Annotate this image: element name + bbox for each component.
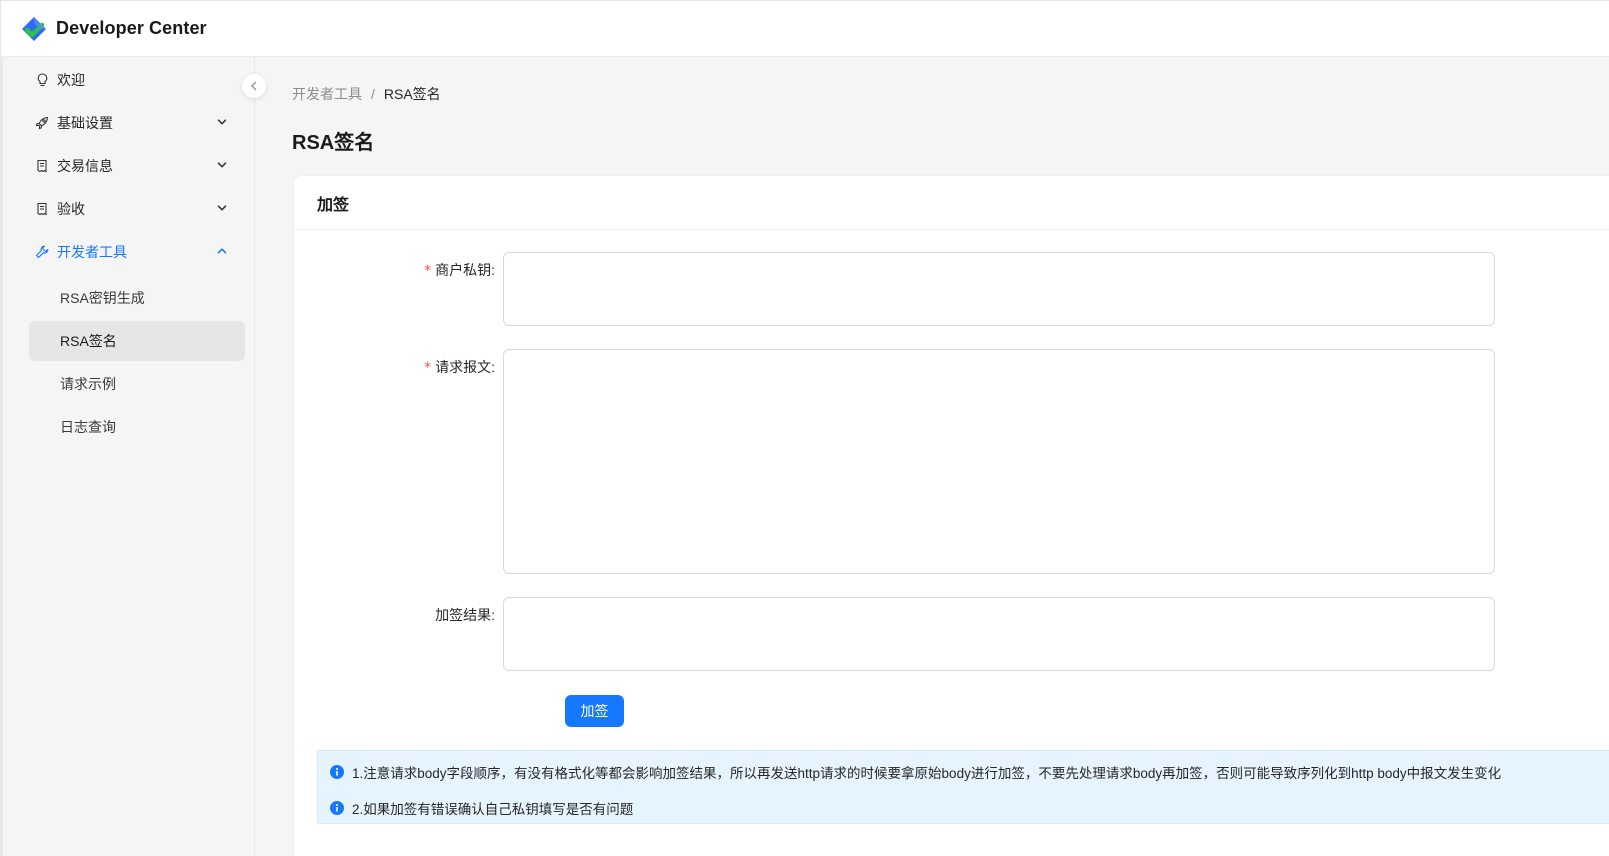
sidebar-item-developer-tools[interactable]: 开发者工具 — [29, 232, 245, 272]
sidebar-item-label: 欢迎 — [57, 72, 85, 88]
card-title: 加签 — [294, 176, 1609, 230]
sidebar-item-transactions[interactable]: 交易信息 — [29, 146, 245, 186]
sidebar-subitem-label: 请求示例 — [60, 376, 116, 392]
request-body-label: * 请求报文: — [424, 359, 495, 376]
required-asterisk: * — [424, 360, 432, 376]
notice-line: 2.如果加签有错误确认自己私钥填写是否有问题 — [330, 798, 633, 818]
sidebar-item-label: 验收 — [57, 201, 85, 217]
chevron-up-icon — [217, 246, 227, 256]
sign-button[interactable]: 加签 — [565, 695, 624, 727]
info-icon — [330, 765, 344, 779]
sidebar-collapse-button[interactable] — [242, 74, 266, 98]
private-key-textarea[interactable] — [503, 252, 1495, 326]
sidebar-subitem-rsa-keygen[interactable]: RSA密钥生成 — [29, 278, 245, 318]
lightbulb-icon — [35, 73, 49, 87]
top-bar: Developer Center — [0, 0, 1609, 57]
main-content: 开发者工具 / RSA签名 RSA签名 加签 * 商户私钥: * 请求报文: 加签结… — [255, 57, 1609, 856]
request-body-textarea[interactable] — [503, 349, 1495, 574]
sidebar-item-acceptance[interactable]: 验收 — [29, 189, 245, 229]
sidebar-item-label: 基础设置 — [57, 115, 113, 131]
breadcrumb-current: RSA签名 — [383, 86, 441, 102]
chevron-down-icon — [217, 203, 227, 213]
receipt-icon — [35, 159, 49, 173]
sidebar-item-welcome[interactable]: 欢迎 — [29, 60, 245, 100]
wrench-icon — [35, 245, 49, 259]
notice-line: 1.注意请求body字段顺序，有没有格式化等都会影响加签结果，所以再发送http… — [330, 762, 1501, 782]
sidebar-item-basic-settings[interactable]: 基础设置 — [29, 103, 245, 143]
sidebar-subitem-label: RSA密钥生成 — [60, 290, 145, 306]
app-logo-icon[interactable] — [21, 16, 47, 42]
sidebar-item-label: 交易信息 — [57, 158, 113, 174]
breadcrumb-parent-link[interactable]: 开发者工具 — [292, 84, 362, 104]
private-key-label: * 商户私钥: — [424, 262, 495, 279]
sidebar-subitem-log-query[interactable]: 日志查询 — [29, 407, 245, 447]
required-asterisk: * — [424, 263, 432, 279]
info-icon — [330, 801, 344, 815]
sidebar-subitem-request-examples[interactable]: 请求示例 — [29, 364, 245, 404]
sign-card: 加签 * 商户私钥: * 请求报文: 加签结果: 加签 1.注意请求body字段顺序… — [293, 175, 1609, 856]
app-title: Developer Center — [56, 18, 207, 38]
sidebar-subitem-label: RSA签名 — [60, 333, 117, 349]
rocket-icon — [35, 116, 49, 130]
notice-alert: 1.注意请求body字段顺序，有没有格式化等都会影响加签结果，所以再发送http… — [317, 750, 1609, 824]
chevron-down-icon — [217, 117, 227, 127]
chevron-down-icon — [217, 160, 227, 170]
sidebar: 欢迎 基础设置 交易信息 验收 开发者工具 RSA密钥生成 RSA签名 请求示例… — [0, 57, 255, 856]
breadcrumb-separator: / — [371, 86, 375, 102]
sidebar-item-label: 开发者工具 — [57, 244, 127, 260]
sidebar-subitem-rsa-sign[interactable]: RSA签名 — [29, 321, 245, 361]
sign-result-label: 加签结果: — [435, 607, 495, 623]
receipt-icon — [35, 202, 49, 216]
page-title: RSA签名 — [292, 132, 375, 154]
sign-result-textarea[interactable] — [503, 597, 1495, 671]
breadcrumb: 开发者工具 / RSA签名 — [292, 84, 441, 104]
chevron-left-icon — [250, 81, 258, 91]
sidebar-subitem-label: 日志查询 — [60, 419, 116, 435]
